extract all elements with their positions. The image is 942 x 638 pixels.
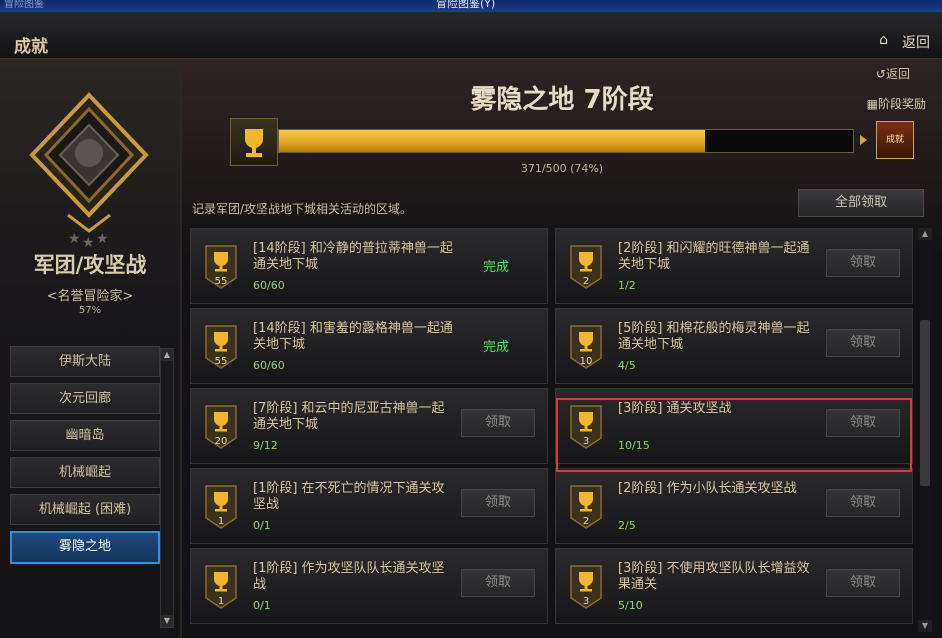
list-scrollbar[interactable]: ▲ ▼ xyxy=(918,228,932,632)
achievement-points: 3 xyxy=(583,596,589,607)
return-icon: ↺ xyxy=(875,67,886,81)
stage-progress-bar xyxy=(278,129,854,153)
window-title: 冒险图鉴(Y) xyxy=(436,0,496,10)
achievement-points: 1 xyxy=(218,516,224,527)
achievement-title: [5阶段] 和棉花般的梅灵神兽一起通关地下城 xyxy=(618,321,810,352)
highlight-box xyxy=(556,398,912,472)
trophy-badge-icon: 55 xyxy=(205,245,237,289)
scroll-down-icon[interactable]: ▼ xyxy=(918,620,932,632)
claim-button[interactable]: 领取 xyxy=(826,569,900,597)
achievement-title: [14阶段] 和冷静的普拉蒂神兽一起通关地下城 xyxy=(253,241,453,272)
achievement-points: 55 xyxy=(215,276,228,287)
trophy-badge-icon: 55 xyxy=(205,325,237,369)
back-button[interactable]: 返回 xyxy=(902,32,930,52)
achievement-points: 2 xyxy=(583,516,589,527)
return-label: 返回 xyxy=(885,67,910,81)
category-name: 军团/攻坚战 xyxy=(33,253,147,277)
scroll-up-icon[interactable]: ▲ xyxy=(161,349,173,361)
zone-description: 记录军团/攻坚战地下城相关活动的区域。 xyxy=(192,202,413,216)
stage-title: 雾隐之地 7阶段 xyxy=(470,85,654,115)
achievement-title: [2阶段] 和闪耀的旺德神兽一起通关地下城 xyxy=(618,241,810,272)
achievement-card: 55 [14阶段] 和害羞的露格神兽一起通关地下城 60/60 完成 xyxy=(190,308,548,384)
trophy-badge-icon: 3 xyxy=(570,565,602,609)
claim-button[interactable]: 领取 xyxy=(461,569,535,597)
complete-label: 完成 xyxy=(483,260,510,275)
panel-header: 成就 ⌂ 返回 xyxy=(0,12,942,59)
claim-button[interactable]: 领取 xyxy=(461,409,535,437)
achievement-title: [2阶段] 作为小队长通关攻坚战 xyxy=(618,481,797,496)
achievement-progress: 2/5 xyxy=(618,519,636,532)
achievement-points: 55 xyxy=(215,356,228,367)
trophy-badge-icon: 1 xyxy=(205,565,237,609)
achievement-card: 55 [14阶段] 和冷静的普拉蒂神兽一起通关地下城 60/60 完成 xyxy=(190,228,548,304)
zone-scrollbar[interactable]: ▲ ▼ xyxy=(160,348,174,628)
achievement-progress: 1/2 xyxy=(618,279,636,292)
achievement-card: 3 [3阶段] 不使用攻坚队队长增益效果通关 5/10 领取 xyxy=(555,548,913,624)
zone-item[interactable]: 次元回廊 xyxy=(10,383,160,414)
trophy-badge-icon: 20 xyxy=(205,405,237,449)
svg-text:★: ★ xyxy=(96,231,109,247)
stage-progress-fill xyxy=(279,130,705,152)
home-icon[interactable]: ⌂ xyxy=(879,32,888,48)
claim-button[interactable]: 领取 xyxy=(826,489,900,517)
category-percent: 57% xyxy=(78,305,102,316)
achievement-points: 20 xyxy=(215,436,228,447)
zone-item[interactable]: 幽暗岛 xyxy=(10,420,160,451)
achievement-points: 10 xyxy=(580,356,593,367)
achievement-progress: 5/10 xyxy=(618,599,643,612)
zone-item[interactable]: 机械崛起 xyxy=(10,457,160,488)
claim-button[interactable]: 领取 xyxy=(461,489,535,517)
zone-list: 伊斯大陆次元回廊幽暗岛机械崛起机械崛起 (困难) 雾隐之地 xyxy=(10,346,160,570)
zone-item[interactable]: 机械崛起 (困难) xyxy=(10,494,160,525)
achievement-title: [3阶段] 不使用攻坚队队长增益效果通关 xyxy=(618,561,810,592)
trophy-badge-icon: 1 xyxy=(205,485,237,529)
achievement-title: [14阶段] 和害羞的露格神兽一起通关地下城 xyxy=(253,321,453,352)
claim-button[interactable]: 领取 xyxy=(826,329,900,357)
stage-trophy-icon xyxy=(230,118,278,166)
stage-progress-text: 371/500 (74%) xyxy=(520,162,604,175)
claim-all-button[interactable]: 全部领取 xyxy=(798,189,924,217)
trophy-badge-icon: 10 xyxy=(570,325,602,369)
achievement-progress: 60/60 xyxy=(253,279,285,292)
page-title: 成就 xyxy=(14,37,48,57)
achievement-progress: 4/5 xyxy=(618,359,636,372)
stage-reward-label: 阶段奖励 xyxy=(877,97,926,111)
achievement-progress: 0/1 xyxy=(253,519,271,532)
legion-emblem-icon: ★ ★ ★ xyxy=(29,92,149,251)
achievement-progress: 0/1 xyxy=(253,599,271,612)
achievement-card: 10 [5阶段] 和棉花般的梅灵神兽一起通关地下城 4/5 领取 xyxy=(555,308,913,384)
achievement-card: 20 [7阶段] 和云中的尼亚古神兽一起通关地下城 9/12 领取 xyxy=(190,388,548,464)
category-sidebar: ★ ★ ★ 军团/攻坚战 <名誉冒险家> 57% 伊斯大陆次元回廊幽暗岛机械崛起… xyxy=(0,59,182,638)
stage-reward-icon[interactable]: 成就 xyxy=(876,121,914,159)
gift-icon: ▦ xyxy=(866,97,878,111)
achievement-progress: 9/12 xyxy=(253,439,278,452)
achievement-card: 1 [1阶段] 作为攻坚队队长通关攻坚战 0/1 领取 xyxy=(190,548,548,624)
honor-title: <名誉冒险家> xyxy=(46,289,134,304)
achievement-title: [1阶段] 作为攻坚队队长通关攻坚战 xyxy=(253,561,445,592)
achievement-title: [1阶段] 在不死亡的情况下通关攻坚战 xyxy=(253,481,445,512)
achievement-title: [7阶段] 和云中的尼亚古神兽一起通关地下城 xyxy=(253,401,445,432)
complete-label: 完成 xyxy=(483,340,510,355)
zone-item[interactable]: 雾隐之地 xyxy=(10,531,160,564)
achievement-points: 2 xyxy=(583,276,589,287)
stage-reward-button[interactable]: ▦阶段奖励 xyxy=(867,95,926,112)
arrow-right-icon xyxy=(860,135,867,145)
claim-button[interactable]: 领取 xyxy=(826,249,900,277)
zone-item[interactable]: 伊斯大陆 xyxy=(10,346,160,377)
scroll-up-icon[interactable]: ▲ xyxy=(918,228,932,240)
svg-text:★: ★ xyxy=(68,231,81,247)
scroll-down-icon[interactable]: ▼ xyxy=(161,615,173,627)
achievement-card: 2 [2阶段] 和闪耀的旺德神兽一起通关地下城 1/2 领取 xyxy=(555,228,913,304)
trophy-badge-icon: 2 xyxy=(570,245,602,289)
window-left-label: 冒险图鉴 xyxy=(4,0,44,10)
scroll-thumb[interactable] xyxy=(920,320,930,486)
achievement-card: 1 [1阶段] 在不死亡的情况下通关攻坚战 0/1 领取 xyxy=(190,468,548,544)
achievement-card: 2 [2阶段] 作为小队长通关攻坚战 2/5 领取 xyxy=(555,468,913,544)
achievement-points: 1 xyxy=(218,596,224,607)
return-button[interactable]: ↺返回 xyxy=(876,65,910,82)
trophy-badge-icon: 2 xyxy=(570,485,602,529)
achievement-progress: 60/60 xyxy=(253,359,285,372)
